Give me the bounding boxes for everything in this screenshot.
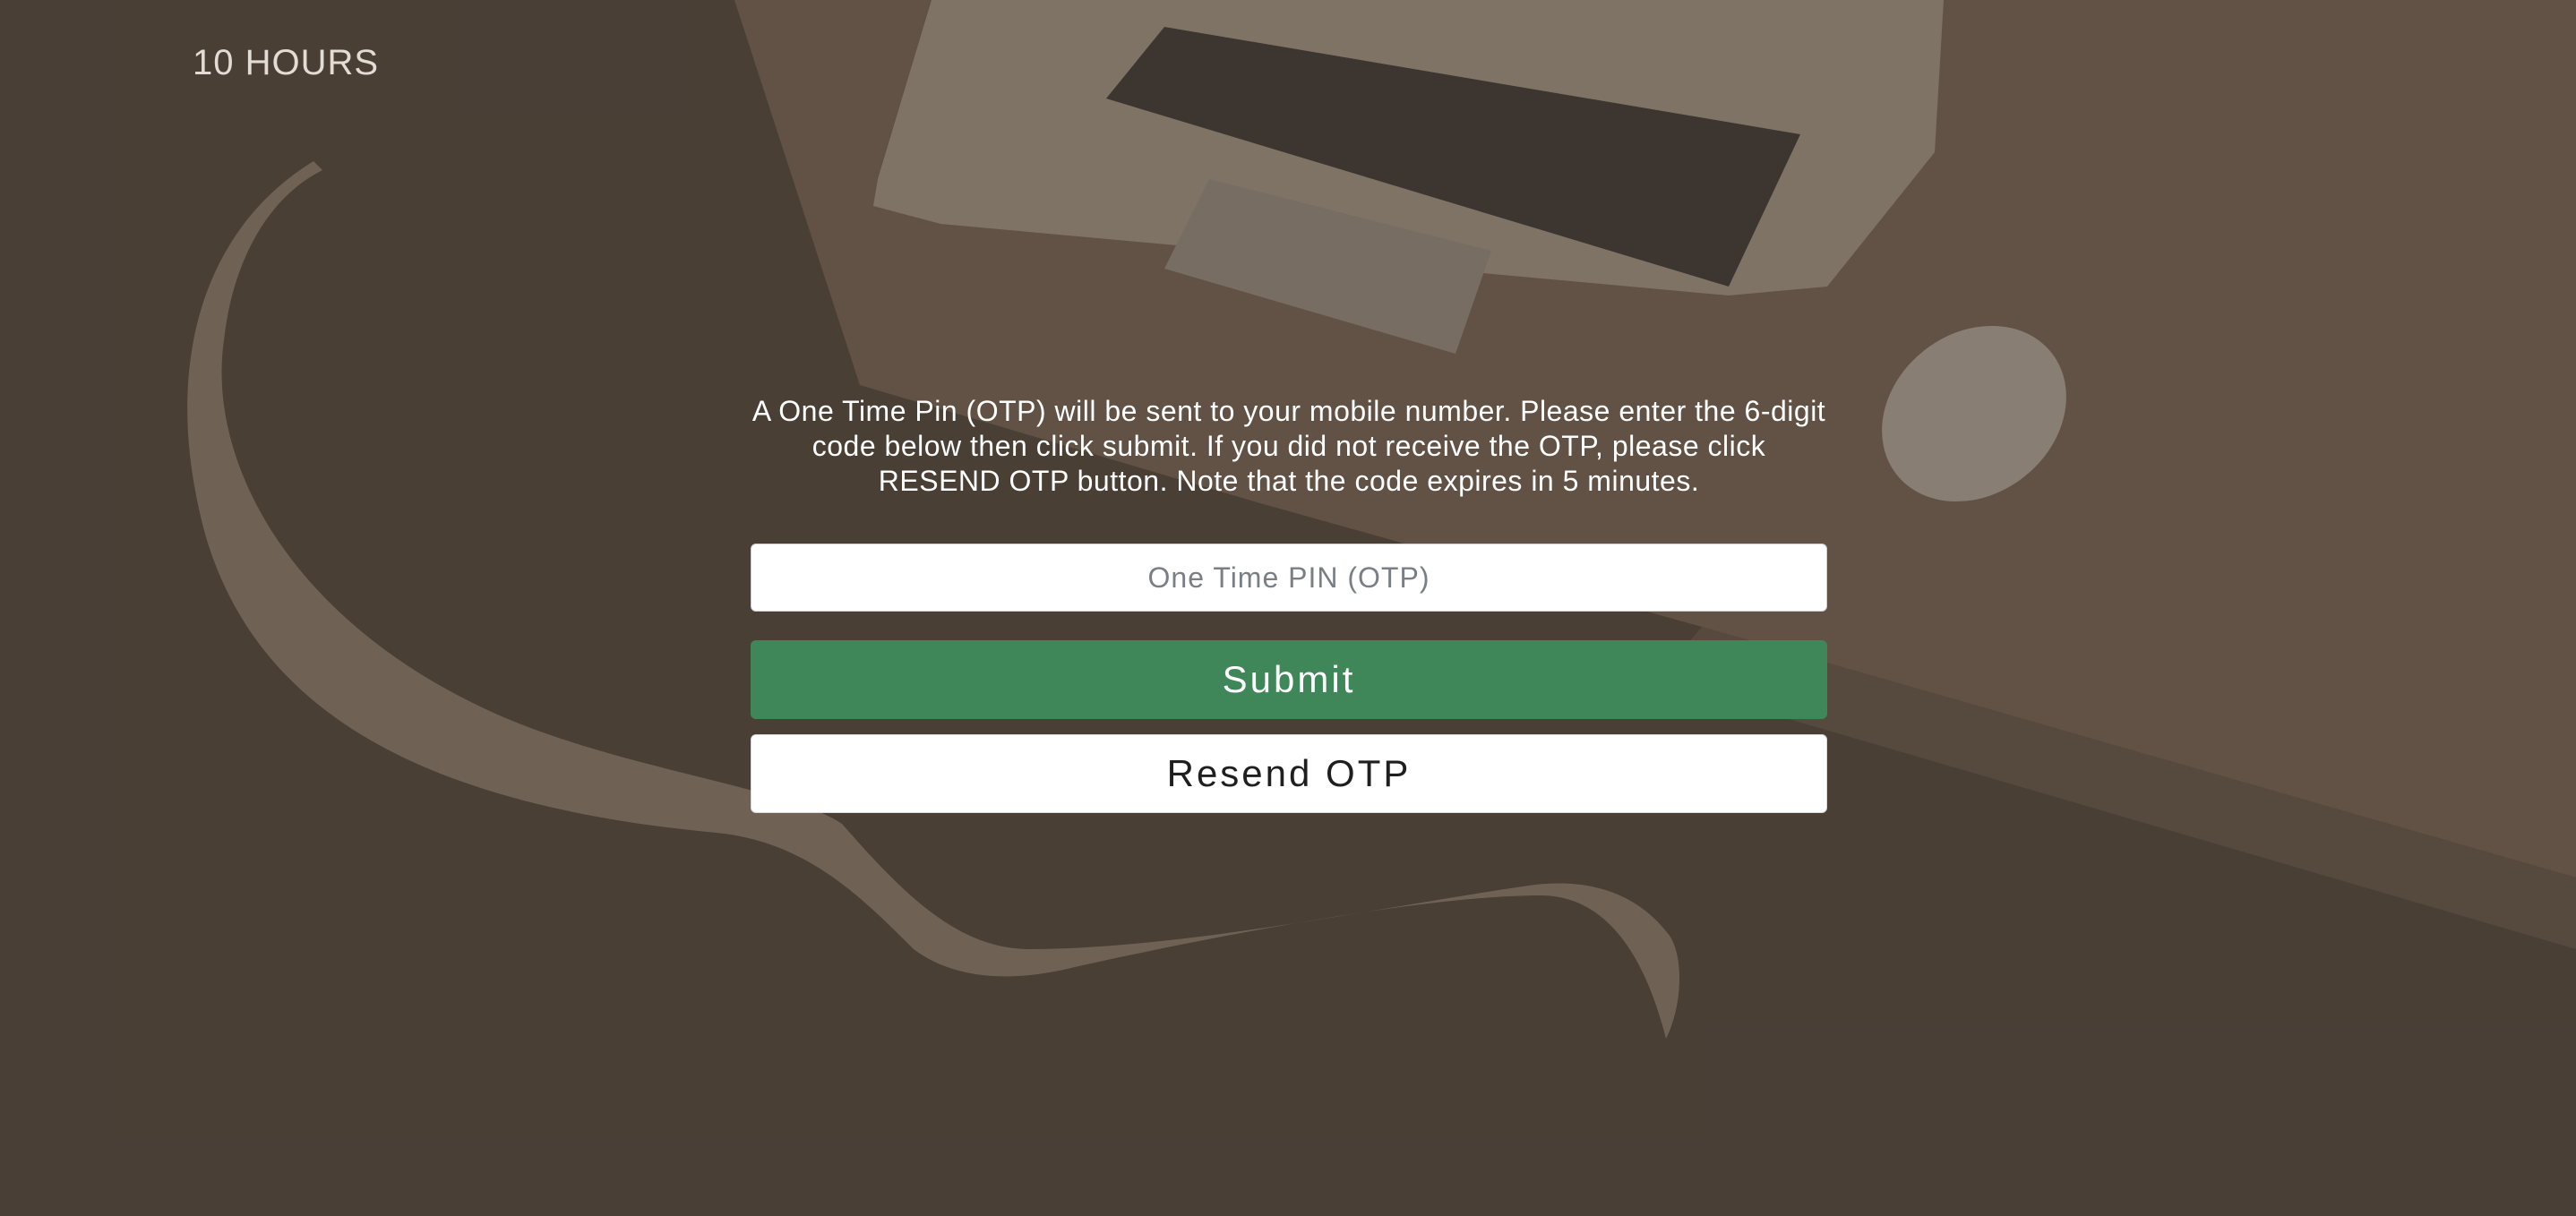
- submit-button[interactable]: Submit: [751, 640, 1827, 719]
- resend-otp-button[interactable]: Resend OTP: [751, 734, 1827, 813]
- otp-instructions: A One Time Pin (OTP) will be sent to you…: [751, 395, 1826, 497]
- otp-input[interactable]: [751, 544, 1827, 612]
- brand-logo-text[interactable]: 10 HOURS: [193, 43, 379, 83]
- otp-form: A One Time Pin (OTP) will be sent to you…: [751, 394, 1827, 813]
- otp-page: 10 HOURS A One Time Pin (OTP) will be se…: [0, 0, 2576, 1216]
